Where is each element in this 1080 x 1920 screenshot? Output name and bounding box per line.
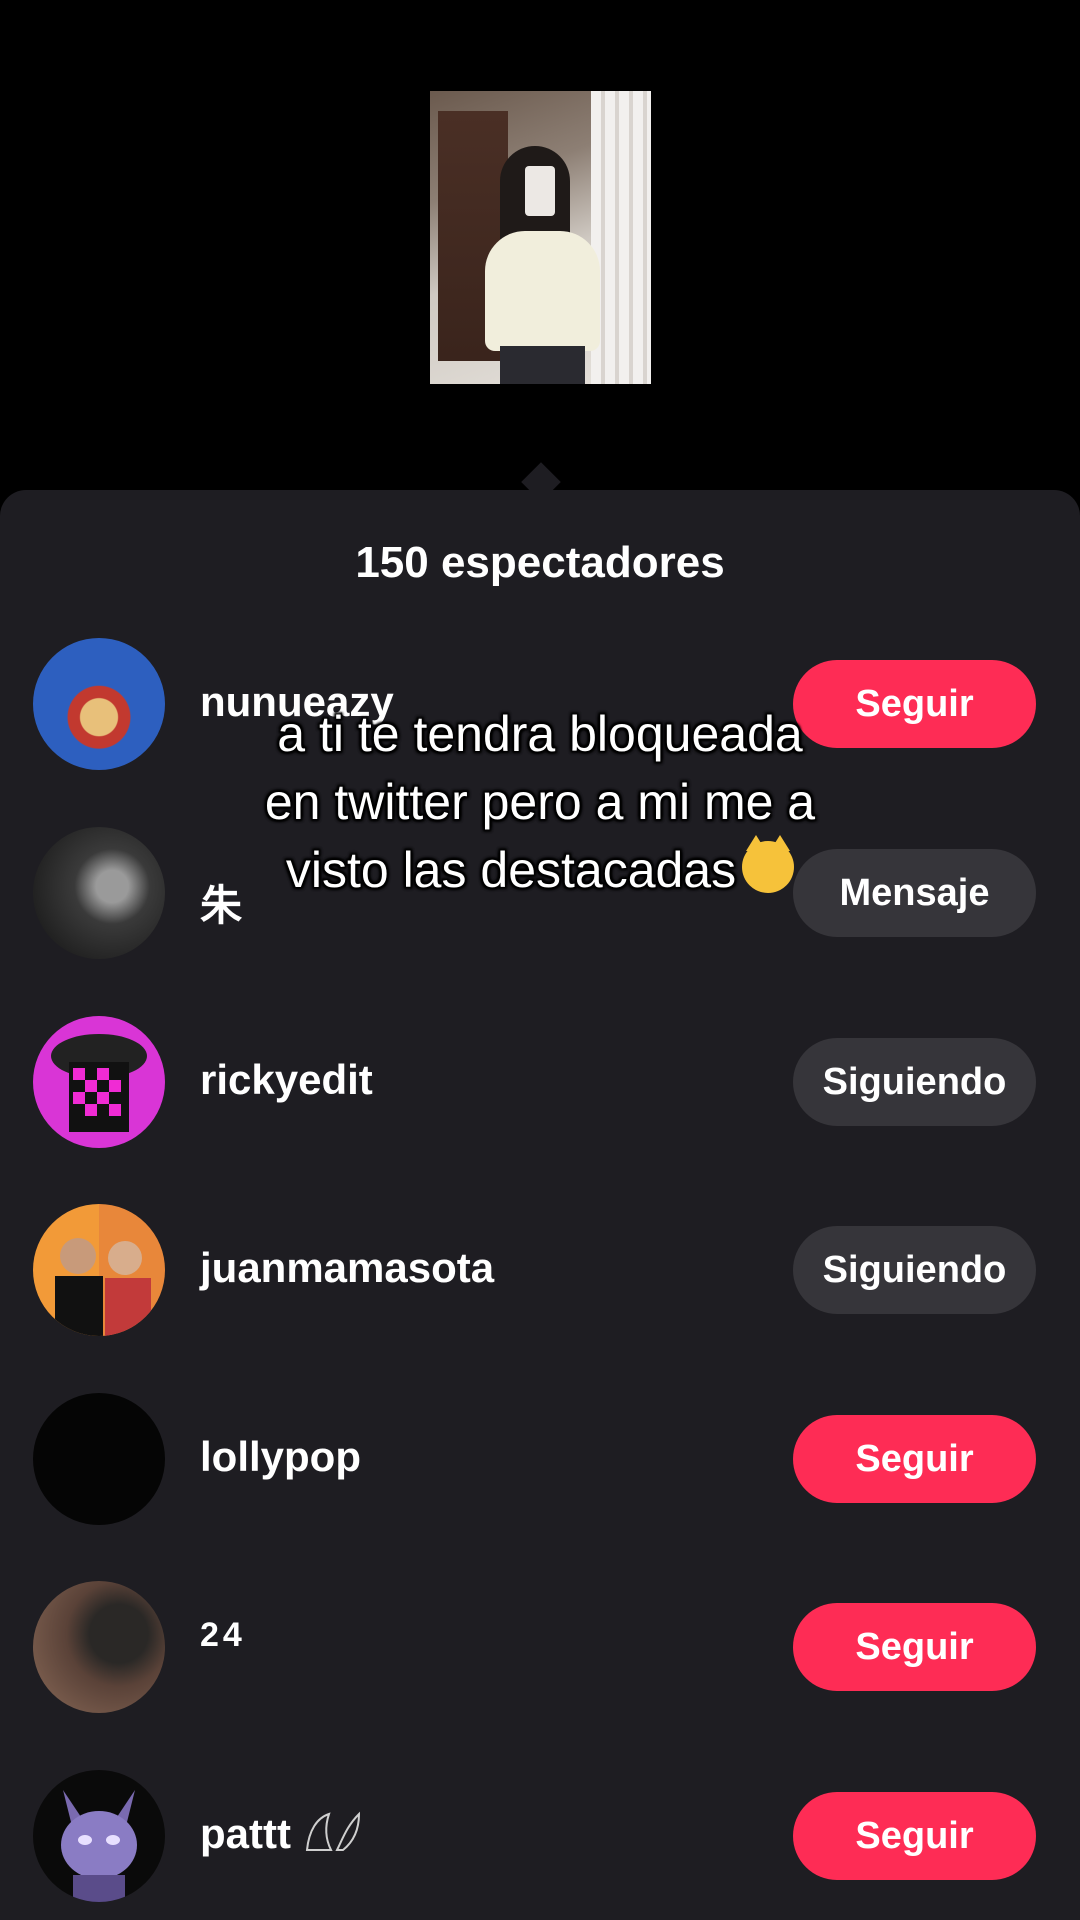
thumb-phone bbox=[525, 166, 555, 216]
viewers-count-title: 150 espectadores bbox=[355, 538, 725, 587]
avatar[interactable] bbox=[33, 1393, 165, 1525]
viewer-row[interactable]: lollypop Seguir bbox=[0, 1388, 1080, 1528]
follow-button[interactable]: Seguir bbox=[793, 1792, 1036, 1880]
avatar[interactable] bbox=[33, 1016, 165, 1148]
checker-mask-icon bbox=[51, 1034, 147, 1132]
viewer-username[interactable]: juanmamasota bbox=[200, 1244, 494, 1292]
viewer-username[interactable]: rickyedit bbox=[200, 1056, 373, 1104]
caption-line-3: visto las destacadas bbox=[140, 835, 940, 904]
viewer-row[interactable]: 24 Seguir bbox=[0, 1576, 1080, 1716]
viewer-username[interactable]: 24 bbox=[200, 1616, 246, 1655]
viewer-row[interactable]: rickyedit Siguiendo bbox=[0, 1011, 1080, 1151]
wings-icon bbox=[305, 1811, 360, 1851]
viewer-username-text: pattt bbox=[200, 1810, 291, 1857]
following-button[interactable]: Siguiendo bbox=[793, 1038, 1036, 1126]
follow-button[interactable]: Seguir bbox=[793, 1603, 1036, 1691]
thumb-person-body bbox=[485, 231, 600, 351]
kissing-cat-emoji-icon bbox=[742, 835, 795, 893]
avatar[interactable] bbox=[33, 1770, 165, 1902]
viewer-username[interactable]: pattt bbox=[200, 1810, 363, 1858]
viewer-row[interactable]: pattt Seguir bbox=[0, 1765, 1080, 1905]
following-button[interactable]: Siguiendo bbox=[793, 1226, 1036, 1314]
viewer-username[interactable]: lollypop bbox=[200, 1433, 361, 1481]
viewer-row[interactable]: juanmamasota Siguiendo bbox=[0, 1199, 1080, 1339]
video-caption: a ti te tendra bloqueada en twitter pero… bbox=[140, 700, 940, 904]
two-people-icon bbox=[55, 1238, 151, 1336]
caption-line-1: a ti te tendra bloqueada bbox=[277, 706, 803, 762]
story-thumbnail[interactable] bbox=[430, 91, 651, 384]
caption-line-3-text: visto las destacadas bbox=[285, 842, 737, 898]
avatar[interactable] bbox=[33, 1581, 165, 1713]
thumb-curtain bbox=[591, 91, 651, 384]
avatar[interactable] bbox=[33, 1204, 165, 1336]
character-icon bbox=[61, 1790, 137, 1902]
follow-button[interactable]: Seguir bbox=[793, 1415, 1036, 1503]
caption-line-2: en twitter pero a mi me a bbox=[264, 774, 816, 830]
thumb-person-legs bbox=[500, 346, 585, 384]
